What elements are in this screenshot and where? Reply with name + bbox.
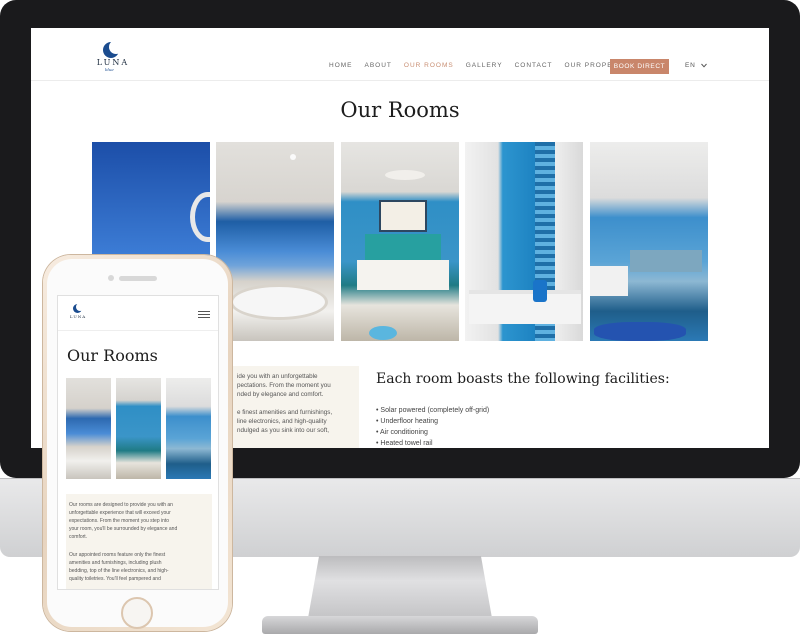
card-line: e finest amenities and furnishings, — [237, 409, 333, 416]
mobile-card-line: unforgettable experience that will excee… — [69, 510, 171, 516]
phone-camera — [108, 275, 114, 281]
facility-item: • Air conditioning — [376, 429, 428, 436]
mobile-card-line: comfort. — [69, 534, 88, 540]
jacuzzi-tub — [230, 284, 328, 320]
bed-corner — [590, 266, 628, 296]
site-logo[interactable]: LUNA blue — [91, 40, 135, 72]
mobile-logo[interactable]: LUNA — [67, 303, 89, 324]
room-photo-jacuzzi[interactable] — [216, 142, 334, 341]
bathtub — [469, 290, 581, 324]
logo-text: LUNA — [96, 58, 130, 67]
site-header: LUNA blue HOME ABOUT OUR ROOMS GALLERY C… — [31, 28, 769, 81]
wall-art — [379, 200, 427, 232]
phone-speaker — [119, 276, 157, 281]
nav-about[interactable]: ABOUT — [365, 62, 392, 69]
mobile-logo-text: LUNA — [69, 314, 87, 319]
mobile-photo-jacuzzi[interactable] — [66, 378, 111, 479]
card-line: nded by elegance and comfort. — [237, 391, 324, 398]
ceiling-light — [290, 154, 296, 160]
mobile-card-line: your room, you'll be surrounded by elega… — [69, 526, 178, 532]
card-line: ndulged as you sink into our soft, — [237, 427, 330, 434]
room-photo-bathroom[interactable] — [465, 142, 583, 341]
mobile-header: LUNA — [58, 296, 218, 331]
mobile-card-line: amenities and furnishings, including plu… — [69, 560, 162, 566]
nav-contact[interactable]: CONTACT — [515, 62, 553, 69]
facility-item: • Underfloor heating — [376, 418, 438, 425]
facility-item: • Solar powered (completely off-grid) — [376, 407, 490, 414]
monitor-foot — [262, 616, 538, 634]
mobile-card-line: quality toiletries. You'll feel pampered… — [69, 576, 161, 582]
page-title: Our Rooms — [340, 98, 460, 122]
facility-item: • Heated towel rail — [376, 440, 433, 447]
blue-bottle — [533, 280, 547, 302]
phone-home-button[interactable] — [121, 597, 153, 629]
card-line: line electronics, and high-quality — [237, 418, 327, 425]
mobile-photo-bedroom[interactable] — [116, 378, 161, 479]
mobile-card-line: bedding, top of the line electronics, an… — [69, 568, 169, 574]
facilities-list: • Solar powered (completely off-grid) • … — [376, 405, 489, 448]
nav-home[interactable]: HOME — [329, 62, 353, 69]
monitor-stand — [308, 556, 492, 618]
card-line: ide you with an unforgettable — [237, 373, 318, 380]
card-line: pectations. From the moment you — [237, 382, 331, 389]
rooms-description-card: ide you with an unforgettable pectations… — [231, 366, 359, 448]
language-label: EN — [685, 62, 696, 69]
rug — [594, 322, 686, 341]
mobile-screen: LUNA Our Rooms Our rooms are designed to… — [57, 295, 219, 590]
bed — [357, 260, 449, 290]
main-nav: HOME ABOUT OUR ROOMS GALLERY CONTACT OUR… — [329, 62, 637, 69]
facilities-heading: Each room boasts the following facilitie… — [376, 371, 670, 387]
nav-gallery[interactable]: GALLERY — [466, 62, 503, 69]
chevron-down-icon — [701, 63, 708, 68]
stool — [369, 326, 397, 340]
book-direct-button[interactable]: BOOK DIRECT — [610, 59, 669, 74]
language-selector[interactable]: EN — [685, 62, 708, 69]
mobile-page-title: Our Rooms — [67, 346, 158, 365]
ceiling-fan — [385, 170, 425, 180]
sofa — [630, 250, 702, 272]
hamburger-icon[interactable] — [198, 311, 210, 319]
mobile-card-line: expectations. From the moment you step i… — [69, 518, 170, 524]
mobile-photo-lounge[interactable] — [166, 378, 211, 479]
mobile-card-line: Our rooms are designed to provide you wi… — [69, 502, 173, 508]
room-photo-bedroom[interactable] — [341, 142, 459, 341]
mobile-card-line: Our appointed rooms feature only the fin… — [69, 552, 166, 558]
balcony-rail — [190, 192, 210, 242]
moon-cutout — [76, 303, 84, 311]
room-photo-lounge[interactable] — [590, 142, 708, 341]
logo-subtext: blue — [105, 67, 114, 72]
moon-cutout — [109, 40, 123, 54]
nav-our-rooms[interactable]: OUR ROOMS — [404, 62, 454, 69]
